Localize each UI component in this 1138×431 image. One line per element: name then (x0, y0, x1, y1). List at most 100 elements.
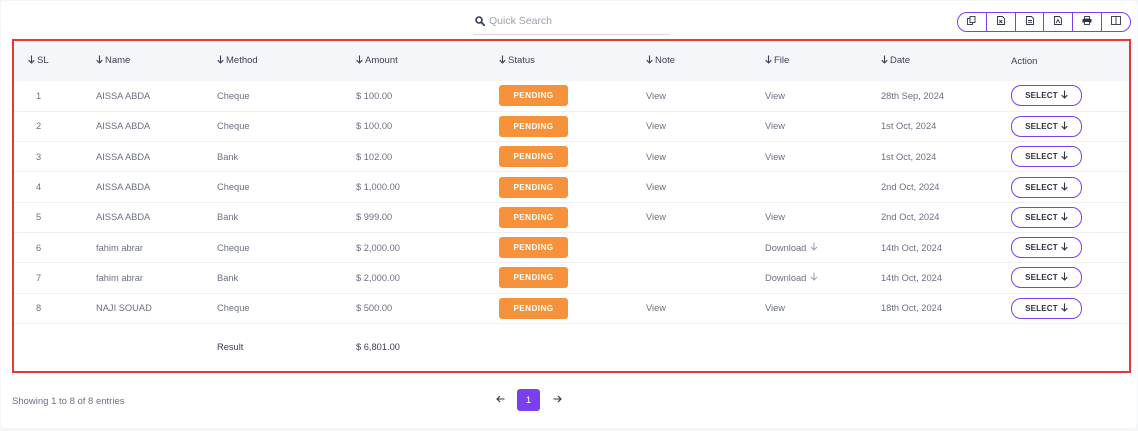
row-date: 1st Oct, 2024 (881, 151, 937, 162)
select-action-button[interactable]: SELECT (1011, 297, 1082, 319)
column-header-status[interactable]: Status (485, 41, 632, 81)
cell-date: 2nd Oct, 2024 (867, 202, 998, 232)
cell-status: PENDING (485, 81, 632, 111)
cell-name: fahim abrar (83, 263, 201, 293)
cell-amount: $ 500.00 (342, 293, 485, 323)
file-download-link[interactable]: Download (765, 272, 818, 283)
cell-file: Download (751, 263, 867, 293)
select-label: SELECT (1025, 91, 1058, 101)
file-view-link[interactable]: View (765, 212, 785, 222)
sort-arrow-icon (96, 55, 103, 67)
print-icon (1082, 16, 1092, 28)
row-name: AISSA ABDA (96, 212, 151, 223)
chevron-down-icon (1061, 212, 1068, 223)
column-header-note[interactable]: Note (632, 41, 751, 81)
cell-status: PENDING (485, 111, 632, 141)
file-view-link[interactable]: View (765, 303, 785, 313)
cell-status: PENDING (485, 172, 632, 202)
select-action-button[interactable]: SELECT (1011, 267, 1082, 289)
row-name: AISSA ABDA (96, 151, 151, 162)
status-badge: PENDING (499, 297, 568, 319)
row-amount: $ 1,000.00 (356, 182, 400, 193)
column-header-name[interactable]: Name (83, 41, 201, 81)
cell-action: SELECT (998, 142, 1129, 172)
cell-method: Bank (201, 202, 342, 232)
cell-name: NAJI SOUAD (83, 293, 201, 323)
select-action-button[interactable]: SELECT (1011, 85, 1082, 107)
chevron-down-icon (1061, 242, 1068, 253)
note-view-link[interactable]: View (646, 212, 666, 222)
column-header-date[interactable]: Date (867, 41, 998, 81)
status-badge: PENDING (499, 176, 568, 198)
result-row: Result $ 6,801.00 (14, 323, 1129, 369)
column-header-action: Action (1011, 55, 1038, 67)
copy-icon (967, 16, 976, 28)
column-header-method[interactable]: Method (201, 41, 342, 81)
cell-name: AISSA ABDA (83, 81, 201, 111)
excel-button[interactable] (987, 13, 1016, 31)
row-method: Cheque (217, 121, 250, 132)
note-view-link[interactable]: View (646, 303, 666, 313)
file-download-link[interactable]: Download (765, 242, 818, 253)
row-amount: $ 100.00 (356, 90, 393, 101)
note-view-link[interactable]: View (646, 121, 666, 131)
row-date: 1st Oct, 2024 (881, 121, 937, 132)
pdf-button[interactable] (1044, 13, 1074, 31)
csv-button[interactable] (1016, 13, 1045, 31)
sort-arrow-icon (217, 55, 224, 67)
previous-page-button[interactable] (491, 389, 509, 411)
note-view-link[interactable]: View (646, 182, 666, 192)
cell-note (632, 232, 751, 262)
table-row: 4 AISSA ABDA Cheque $ 1,000.00 PENDING View 2n… (14, 172, 1129, 203)
note-view-link[interactable]: View (646, 91, 666, 101)
print-button[interactable] (1073, 13, 1103, 31)
status-badge: PENDING (499, 237, 568, 259)
select-action-button[interactable]: SELECT (1011, 176, 1082, 198)
cell-date: 1st Oct, 2024 (867, 142, 998, 172)
row-sl: 2 (36, 121, 42, 132)
next-page-button[interactable] (548, 389, 566, 411)
column-header-file[interactable]: File (751, 41, 867, 81)
cell-name: fahim abrar (83, 232, 201, 262)
file-view-link[interactable]: View (765, 152, 785, 162)
row-date: 28th Sep, 2024 (881, 90, 945, 101)
quick-search[interactable] (473, 7, 669, 35)
row-date: 14th Oct, 2024 (881, 242, 942, 253)
cell-method: Bank (201, 142, 342, 172)
select-label: SELECT (1025, 303, 1058, 313)
cell-file: View (751, 202, 867, 232)
file-view-link[interactable]: View (765, 91, 785, 101)
column-header-amount[interactable]: Amount (342, 41, 485, 81)
file-view-link[interactable]: View (765, 121, 785, 131)
cell-sl: 7 (14, 263, 83, 293)
table-header-row: SL Name Method Amount Status Note File D… (14, 41, 1129, 81)
file-download-label: Download (765, 242, 807, 253)
copy-button[interactable] (958, 13, 987, 31)
row-method: Bank (217, 151, 239, 162)
select-action-button[interactable]: SELECT (1011, 146, 1082, 168)
note-view-link[interactable]: View (646, 152, 666, 162)
cell-action: SELECT (998, 172, 1129, 202)
cell-note: View (632, 202, 751, 232)
row-method: Cheque (217, 242, 250, 253)
search-input[interactable] (489, 14, 659, 27)
chevron-down-icon (1061, 303, 1068, 314)
table-highlight-frame: SL Name Method Amount Status Note File D… (12, 39, 1131, 373)
cell-date: 14th Oct, 2024 (867, 232, 998, 262)
cell-file: View (751, 142, 867, 172)
arrow-left-icon (495, 395, 505, 406)
page-button-current[interactable]: 1 (517, 389, 540, 411)
sort-arrow-icon (765, 55, 772, 67)
cell-sl: 4 (14, 172, 83, 202)
row-amount: $ 2,000.00 (356, 272, 400, 283)
row-method: Cheque (217, 182, 250, 193)
column-header-sl[interactable]: SL (14, 41, 83, 81)
cell-status: PENDING (485, 142, 632, 172)
select-action-button[interactable]: SELECT (1011, 115, 1082, 137)
cell-action: SELECT (998, 232, 1129, 262)
select-action-button[interactable]: SELECT (1011, 206, 1082, 228)
columns-button[interactable] (1102, 13, 1130, 31)
cell-action: SELECT (998, 263, 1129, 293)
select-action-button[interactable]: SELECT (1011, 237, 1082, 259)
cell-sl: 1 (14, 81, 83, 111)
